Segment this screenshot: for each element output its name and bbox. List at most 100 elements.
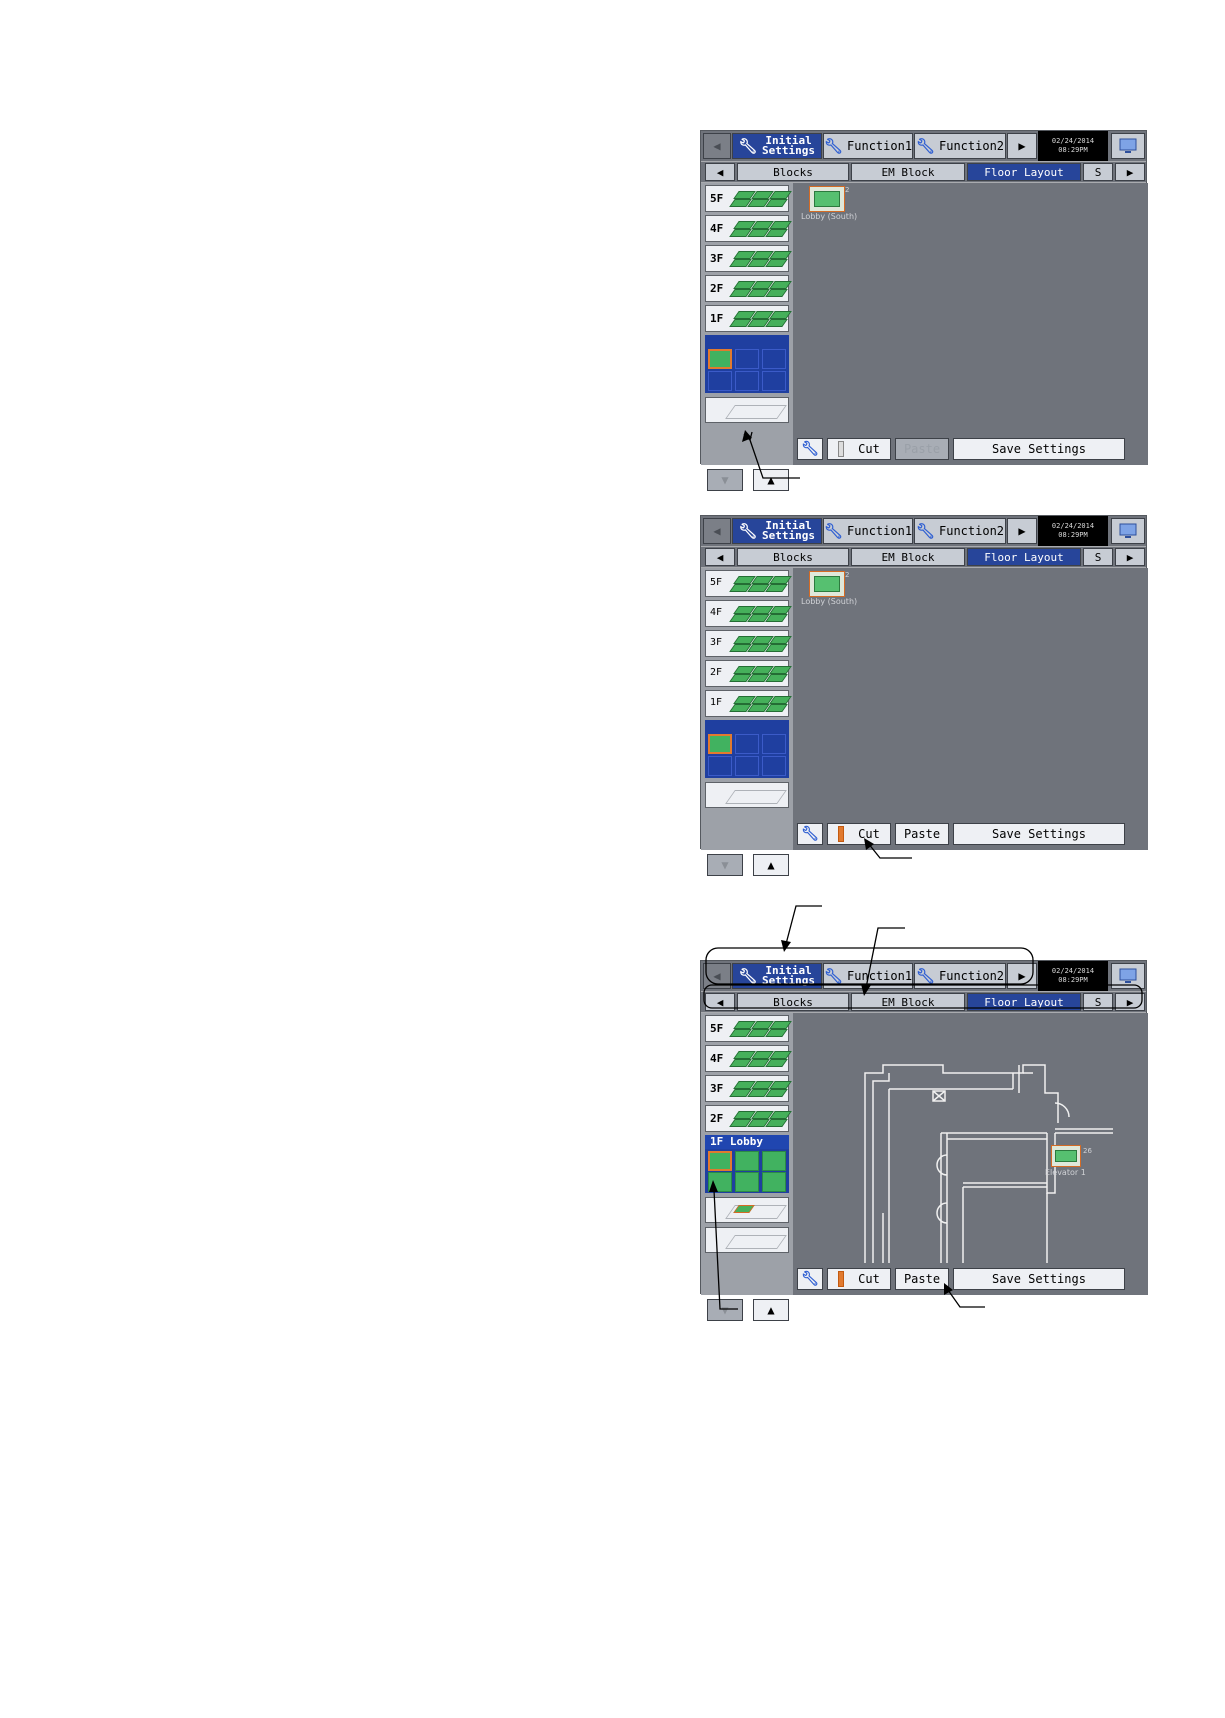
floor-button-1f[interactable]: 1F [705,690,792,717]
floor-button-3f[interactable]: 3F [705,1075,792,1102]
floor-button-4f[interactable]: 4F [705,215,792,242]
block-grid[interactable] [705,1149,789,1193]
floor-button-3f[interactable]: 3F [705,630,792,657]
floor-layout-area[interactable]: 2 Lobby (South) [793,568,1148,819]
subtab-scroll-left-button[interactable]: ◀ [705,163,735,181]
subtab-s[interactable]: S [1083,163,1113,181]
floor-button-4f[interactable]: 4F [705,1045,792,1072]
cut-button[interactable]: Cut [827,438,891,460]
block-grid[interactable] [705,720,789,778]
floor-button-3f[interactable]: 3F [705,245,792,272]
subtab-blocks[interactable]: Blocks [737,993,849,1011]
tab-function2[interactable]: 🔧︎ Function2 [914,518,1006,544]
empty-floor-slot[interactable] [705,1227,789,1253]
floor-1f-lobby-header[interactable]: 1F Lobby [705,1135,789,1149]
floor-button-2f[interactable]: 2F [705,1105,792,1132]
subtab-blocks[interactable]: Blocks [737,548,849,566]
subtab-em-block[interactable]: EM Block [851,548,965,566]
monitor-button[interactable] [1111,963,1145,989]
tab-function1[interactable]: 🔧︎ Function1 [823,133,913,159]
paste-button[interactable]: Paste [895,438,949,460]
tab-scroll-left-button[interactable]: ◀ [703,963,731,989]
subtab-floor-layout[interactable]: Floor Layout [967,993,1081,1011]
subtab-scroll-right-button[interactable]: ▶ [1115,993,1145,1011]
tab-scroll-right-button[interactable]: ▶ [1007,963,1037,989]
floor-button-5f[interactable]: 5F [705,1015,792,1042]
tab-function2[interactable]: 🔧︎ Function2 [914,963,1006,989]
monitor-button[interactable] [1111,518,1145,544]
floor-button-5f[interactable]: 5F [705,185,792,212]
block-cell[interactable] [735,1172,759,1192]
block-cell[interactable] [708,1172,732,1192]
save-settings-button[interactable]: Save Settings [953,438,1125,460]
block-cell[interactable] [762,1151,786,1171]
empty-floor-slot[interactable] [705,782,789,808]
tab-function1[interactable]: 🔧︎ Function1 [823,963,913,989]
tab-function1[interactable]: 🔧︎ Function1 [823,518,913,544]
subtab-scroll-left-button[interactable]: ◀ [705,548,735,566]
cut-button[interactable]: Cut [827,823,891,845]
block-cell[interactable] [735,349,759,369]
scroll-up-button[interactable]: ▲ [753,854,789,876]
tab-scroll-right-button[interactable]: ▶ [1007,518,1037,544]
unit-icon[interactable] [809,571,845,597]
block-cell[interactable] [735,756,759,776]
subtab-floor-layout[interactable]: Floor Layout [967,163,1081,181]
subtab-blocks[interactable]: Blocks [737,163,849,181]
subtab-scroll-right-button[interactable]: ▶ [1115,548,1145,566]
block-grid[interactable] [705,335,789,393]
monitor-button[interactable] [1111,133,1145,159]
subtab-em-block[interactable]: EM Block [851,993,965,1011]
tab-initial-settings[interactable]: 🔧︎ Initial Settings [732,963,822,989]
tools-button[interactable]: 🔧︎ [797,823,823,845]
tab-initial-settings[interactable]: 🔧︎ Initial Settings [732,133,822,159]
subtab-em-block[interactable]: EM Block [851,163,965,181]
block-cell[interactable] [708,349,732,369]
floor-layout-area[interactable]: 26 Elevator 1 [793,1013,1148,1264]
scroll-down-button[interactable]: ▼ [707,854,743,876]
block-cell[interactable] [708,734,732,754]
subtab-s[interactable]: S [1083,993,1113,1011]
block-cell[interactable] [762,756,786,776]
paste-button[interactable]: Paste [895,1268,949,1290]
subtab-floor-layout[interactable]: Floor Layout [967,548,1081,566]
block-cell[interactable] [762,1172,786,1192]
scroll-up-button[interactable]: ▲ [753,1299,789,1321]
unit-icon[interactable] [809,186,845,212]
block-cell[interactable] [735,1151,759,1171]
scroll-up-button[interactable]: ▲ [753,469,789,491]
subtab-s[interactable]: S [1083,548,1113,566]
tab-function2[interactable]: 🔧︎ Function2 [914,133,1006,159]
tab-scroll-right-button[interactable]: ▶ [1007,133,1037,159]
tab-scroll-left-button[interactable]: ◀ [703,133,731,159]
floor-button-2f[interactable]: 2F [705,275,792,302]
block-cell[interactable] [708,756,732,776]
block-cell[interactable] [762,371,786,391]
floor-button-1f[interactable]: 1F [705,305,792,332]
floor-slot-with-block[interactable] [705,1197,789,1223]
cut-button[interactable]: Cut [827,1268,891,1290]
block-cell[interactable] [735,734,759,754]
floor-button-4f[interactable]: 4F [705,600,792,627]
block-cell[interactable] [708,371,732,391]
save-settings-button[interactable]: Save Settings [953,823,1125,845]
tab-scroll-left-button[interactable]: ◀ [703,518,731,544]
tools-button[interactable]: 🔧︎ [797,438,823,460]
floor-button-5f[interactable]: 5F [705,570,792,597]
scroll-down-button[interactable]: ▼ [707,469,743,491]
empty-floor-slot[interactable] [705,397,789,423]
floor-button-2f[interactable]: 2F [705,660,792,687]
unit-icon[interactable] [1051,1145,1081,1167]
tab-initial-settings[interactable]: 🔧︎ Initial Settings [732,518,822,544]
save-settings-button[interactable]: Save Settings [953,1268,1125,1290]
subtab-scroll-left-button[interactable]: ◀ [705,993,735,1011]
tools-button[interactable]: 🔧︎ [797,1268,823,1290]
floor-layout-area[interactable]: 2 Lobby (South) [793,183,1148,434]
subtab-scroll-right-button[interactable]: ▶ [1115,163,1145,181]
paste-button[interactable]: Paste [895,823,949,845]
block-cell[interactable] [735,371,759,391]
block-cell[interactable] [708,1151,732,1171]
block-cell[interactable] [762,734,786,754]
block-cell[interactable] [762,349,786,369]
scroll-down-button[interactable]: ▼ [707,1299,743,1321]
